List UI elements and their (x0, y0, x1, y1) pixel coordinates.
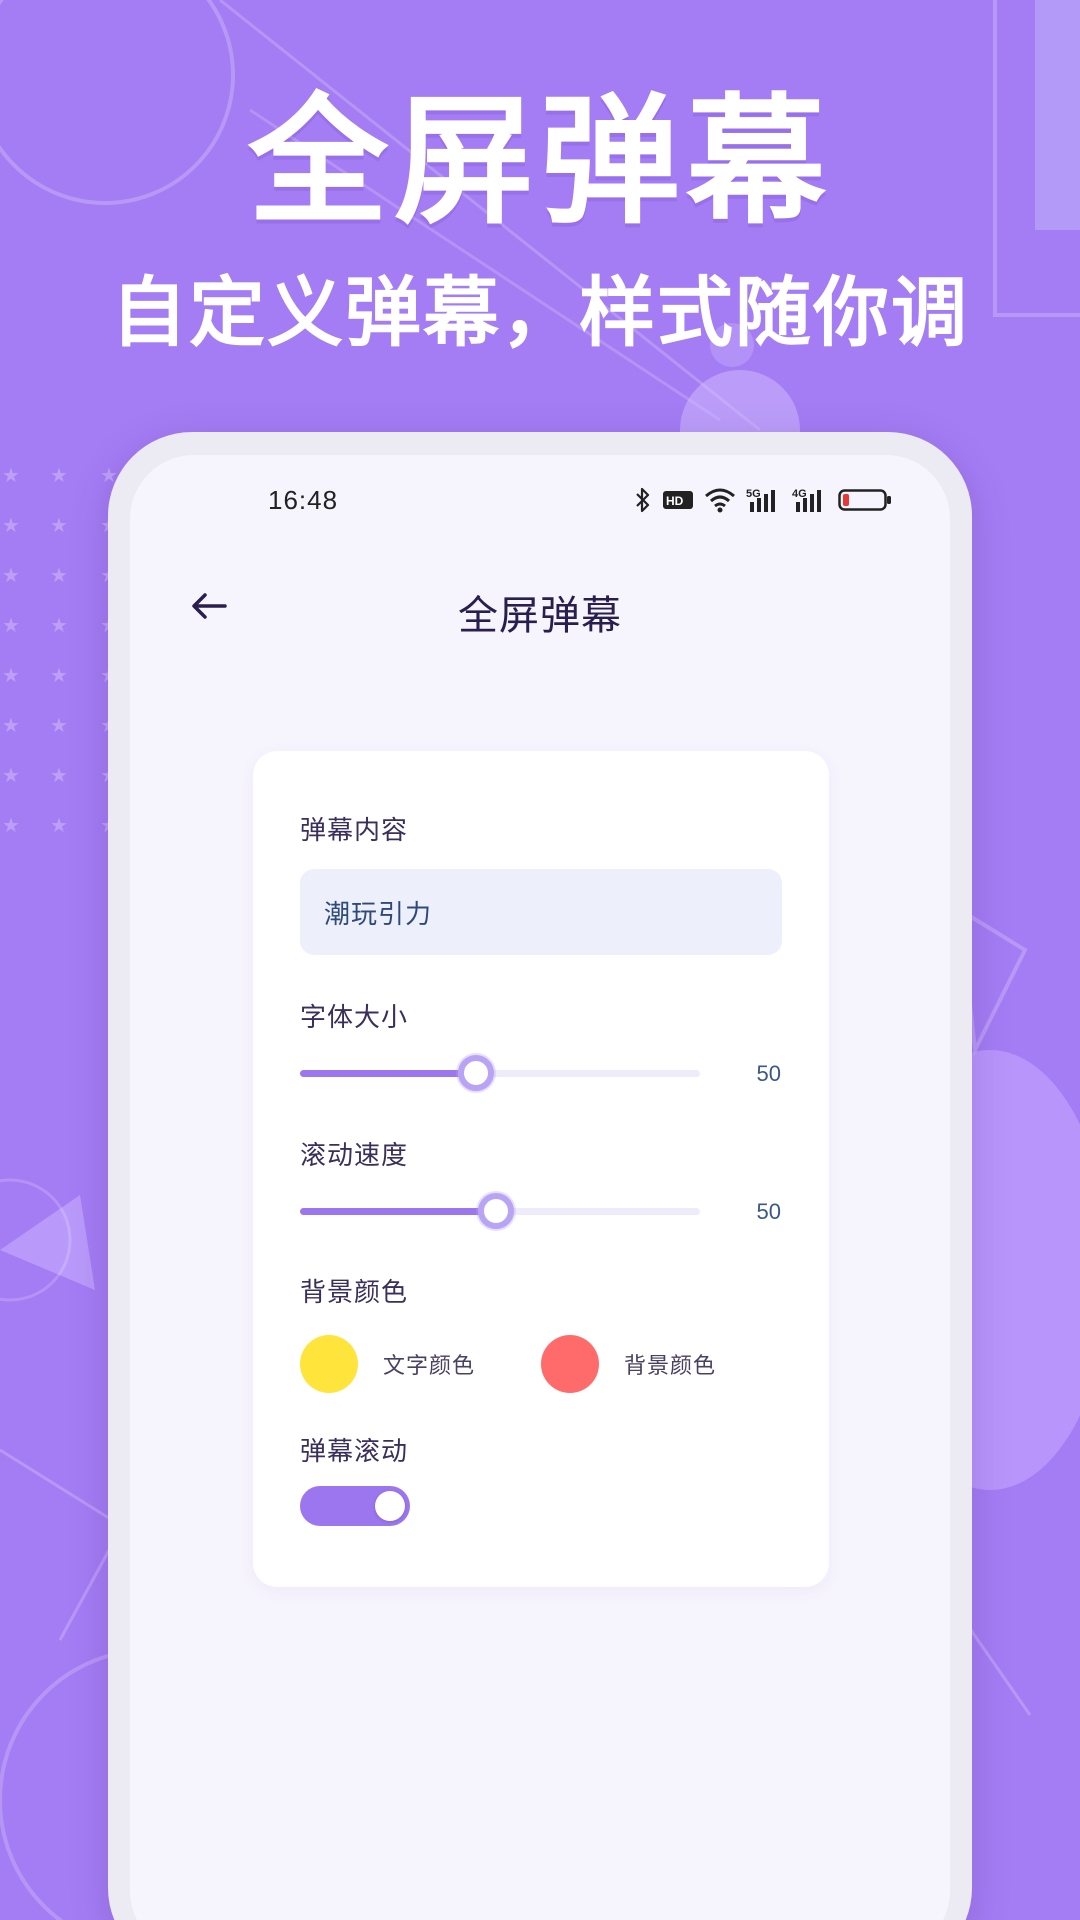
text-color-label: 文字颜色 (383, 1353, 476, 1378)
status-time: 16:48 (268, 485, 339, 515)
slider-thumb[interactable] (458, 1055, 494, 1091)
battery-icon (838, 487, 892, 513)
svg-text:★: ★ (2, 713, 20, 737)
slider-fill (300, 1208, 496, 1215)
status-icons: HD 5G 4G (634, 483, 892, 517)
settings-card: 弹幕内容 字体大小 50 滚动速度 50 背景颜色 文字颜色 背景颜色 弹幕滚 (253, 751, 829, 1587)
svg-text:★: ★ (50, 713, 68, 737)
wifi-icon (704, 487, 736, 513)
svg-text:★: ★ (2, 513, 20, 537)
svg-text:★: ★ (2, 763, 20, 787)
scrolling-toggle[interactable] (300, 1486, 410, 1526)
svg-text:★: ★ (50, 613, 68, 637)
svg-text:★: ★ (2, 563, 20, 587)
svg-text:★: ★ (2, 663, 20, 687)
status-bar: 16:48 HD 5G 4G (130, 455, 950, 545)
toggle-knob (375, 1491, 405, 1521)
scroll-speed-slider[interactable] (300, 1191, 700, 1231)
hd-icon: HD (662, 489, 694, 511)
signal-4g-icon: 4G (792, 486, 828, 514)
svg-text:★: ★ (50, 463, 68, 487)
slider-fill (300, 1070, 476, 1077)
promo-subtitle: 自定义弹幕，样式随你调 (111, 268, 969, 357)
text-color-swatch[interactable] (300, 1335, 358, 1393)
svg-text:HD: HD (666, 494, 684, 508)
font-size-value: 50 (756, 1061, 781, 1086)
text-color-option[interactable]: 文字颜色 (300, 1334, 475, 1394)
svg-text:★: ★ (50, 813, 68, 837)
svg-text:★: ★ (50, 663, 68, 687)
phone-screen: 16:48 HD 5G 4G 全屏弹幕 弹幕内容 潮玩引力 字体大小 50 滚动… (130, 455, 950, 1920)
svg-text:★: ★ (2, 613, 20, 637)
font-size-label: 字体大小 (300, 1002, 409, 1032)
scroll-speed-label: 滚动速度 (300, 1140, 409, 1170)
promo-title: 全屏弹幕 (247, 81, 832, 244)
bluetooth-icon (634, 486, 652, 514)
svg-text:★: ★ (50, 513, 68, 537)
bg-color-option[interactable]: 背景颜色 (541, 1334, 716, 1394)
bg-color-label: 背景颜色 (624, 1353, 717, 1378)
app-header: 全屏弹幕 (130, 555, 950, 655)
content-label: 弹幕内容 (300, 815, 409, 845)
signal-5g-icon: 5G (746, 486, 782, 514)
content-input[interactable] (300, 869, 782, 955)
svg-text:★: ★ (50, 563, 68, 587)
bg-color-swatch[interactable] (541, 1335, 599, 1393)
svg-text:★: ★ (2, 463, 20, 487)
scrolling-label: 弹幕滚动 (300, 1436, 409, 1466)
svg-text:★: ★ (2, 813, 20, 837)
page-title: 全屏弹幕 (458, 594, 622, 638)
slider-thumb[interactable] (478, 1193, 514, 1229)
font-size-slider[interactable] (300, 1053, 700, 1093)
svg-text:★: ★ (50, 763, 68, 787)
background-color-label: 背景颜色 (300, 1277, 409, 1307)
scroll-speed-value: 50 (756, 1199, 781, 1224)
